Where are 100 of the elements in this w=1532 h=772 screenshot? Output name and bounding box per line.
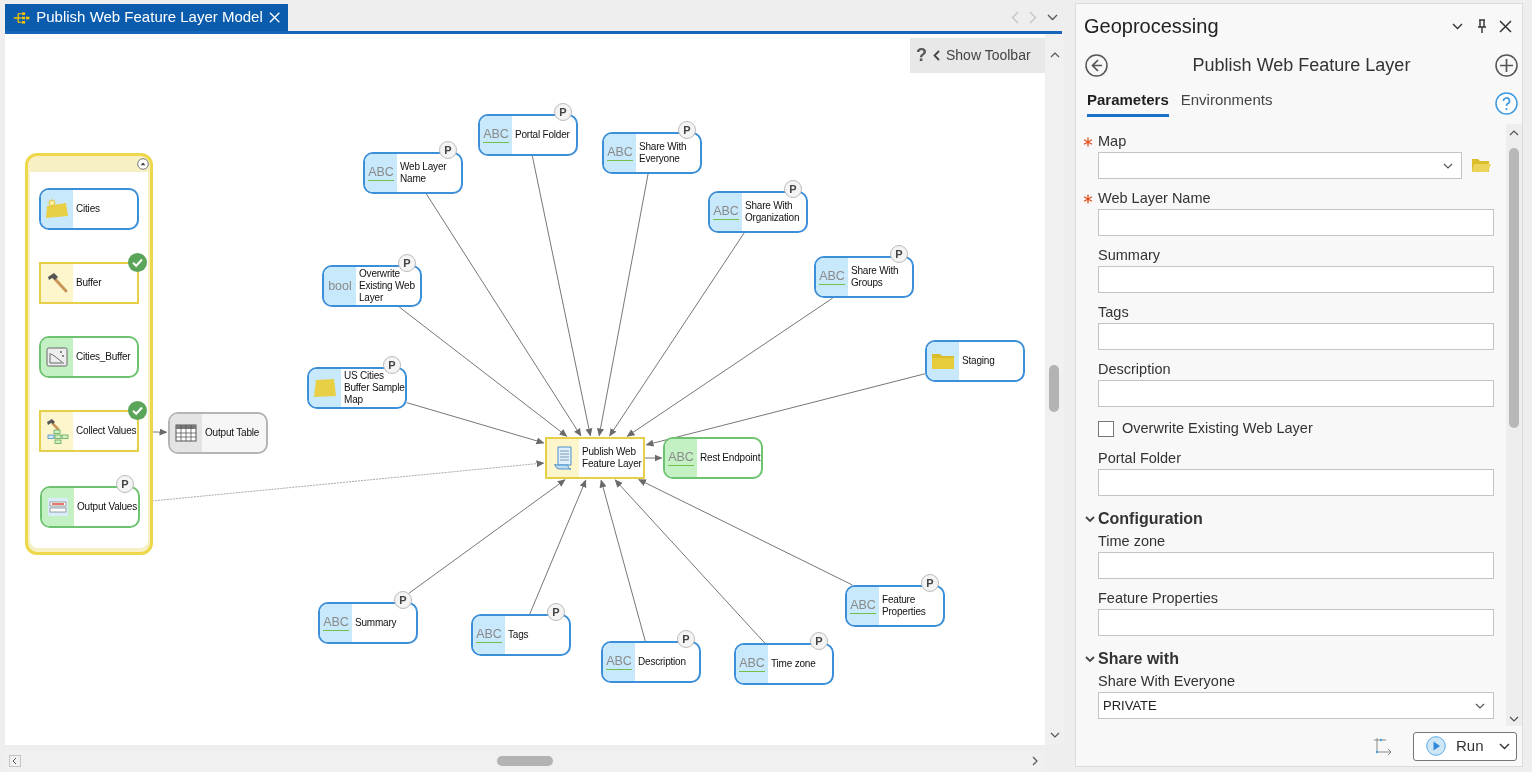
data-type-label: bool <box>328 278 352 294</box>
connector-arrow <box>644 454 663 462</box>
data-type-label: ABC <box>323 615 349 631</box>
section-header[interactable]: Share with <box>1098 647 1179 671</box>
chevron-left-icon[interactable] <box>9 755 21 767</box>
map-icon <box>313 378 337 398</box>
parameter-badge: P <box>810 632 828 650</box>
feature-layer-icon <box>45 198 69 220</box>
chevron-right-icon[interactable] <box>1032 756 1038 766</box>
checkbox-label: Overwrite Existing Web Layer <box>1122 419 1313 439</box>
input-field[interactable] <box>1098 469 1494 496</box>
collapse-icon[interactable] <box>137 158 149 170</box>
chevron-down-icon[interactable] <box>1452 22 1463 30</box>
chevron-down-icon[interactable] <box>1085 515 1095 523</box>
close-icon[interactable] <box>1499 19 1512 33</box>
parameter-badge: P <box>554 103 572 121</box>
node-label: Output Table <box>205 427 260 439</box>
toolbar-toggle[interactable]: ? Show Toolbar <box>910 38 1045 73</box>
parameter-badge: P <box>677 630 695 648</box>
field-label: Portal Folder <box>1098 449 1181 469</box>
node-label: Staging <box>962 355 995 367</box>
data-type-label: ABC <box>476 627 502 643</box>
help-icon[interactable] <box>1495 91 1518 115</box>
input-field[interactable] <box>1098 552 1494 579</box>
input-field[interactable] <box>1098 609 1494 636</box>
node-label: Publish Web Feature Layer <box>582 446 643 470</box>
caret-icon[interactable] <box>1499 742 1510 750</box>
back-icon[interactable] <box>1085 53 1108 77</box>
data-type-label: ABC <box>606 654 632 670</box>
node-label: Portal Folder <box>515 129 570 141</box>
node-label: Cities_Buffer <box>76 351 131 363</box>
chevron-down-icon <box>1475 702 1485 709</box>
dropdown-field[interactable] <box>1098 152 1462 179</box>
scrollbar-thumb[interactable] <box>497 756 553 766</box>
input-field[interactable] <box>1098 380 1494 407</box>
node-label: Cities <box>76 203 100 215</box>
node-label: Rest Endpoint <box>700 452 761 464</box>
table-icon <box>175 424 197 442</box>
node-label: Collect Values <box>76 425 137 437</box>
node-label: Share With Organization <box>745 200 801 224</box>
chevron-down-icon[interactable] <box>1085 655 1095 663</box>
input-field[interactable] <box>1098 323 1494 350</box>
panel-tab[interactable]: Environments <box>1180 89 1273 117</box>
panel-tab[interactable]: Parameters <box>1087 89 1169 117</box>
node-label: Web Layer Name <box>400 161 448 185</box>
parameter-badge: P <box>921 574 939 592</box>
tool-values-icon <box>45 418 69 444</box>
chevron-down-icon[interactable] <box>1509 716 1519 722</box>
dropdown-field[interactable]: PRIVATE <box>1098 692 1494 719</box>
node-label: Tags <box>508 629 529 641</box>
parameter-badge: P <box>678 121 696 139</box>
input-field[interactable] <box>1098 209 1494 236</box>
node-label: Description <box>638 656 686 668</box>
section-header[interactable]: Configuration <box>1098 507 1203 531</box>
scrollbar-thumb[interactable] <box>1509 148 1519 428</box>
toolbar-label: Show Toolbar <box>946 46 1031 65</box>
parameter-badge: P <box>784 180 802 198</box>
hammer-icon <box>45 271 69 295</box>
script-icon <box>552 446 574 470</box>
input-field[interactable] <box>1098 266 1494 293</box>
run-button[interactable]: Run <box>1413 731 1517 761</box>
document-tab[interactable]: Publish Web Feature Layer Model <box>5 4 288 31</box>
field-label: Feature Properties <box>1098 589 1219 609</box>
field-label: Tags <box>1098 303 1129 323</box>
pane-title: Geoprocessing <box>1084 14 1219 39</box>
value-table-icon <box>47 497 69 517</box>
checkbox[interactable] <box>1098 421 1114 437</box>
folder-icon <box>931 352 955 370</box>
model-icon <box>13 10 31 25</box>
node-label: Output Values <box>77 501 138 513</box>
field-label: Description <box>1098 360 1171 380</box>
field-label: Summary <box>1098 246 1161 266</box>
vertical-scrollbar[interactable] <box>1506 124 1522 726</box>
tool-title: Publish Web Feature Layer <box>1191 53 1412 77</box>
field-label: Web Layer Name <box>1098 189 1211 209</box>
scrollbar-thumb[interactable] <box>1049 365 1059 412</box>
node-label: Share With Everyone <box>639 141 688 165</box>
chevron-down-icon[interactable] <box>1047 14 1058 21</box>
chevron-down-icon[interactable] <box>1050 732 1060 738</box>
data-type-label: ABC <box>607 145 633 161</box>
field-label: Map <box>1098 132 1127 152</box>
folder-icon[interactable] <box>1471 158 1492 173</box>
node-label: Buffer <box>76 277 102 289</box>
pin-icon[interactable] <box>1477 19 1487 33</box>
data-type-label: ABC <box>368 165 394 181</box>
node-label: Share With Groups <box>851 265 900 289</box>
data-type-label: ABC <box>668 450 694 466</box>
data-type-label: ABC <box>850 598 876 614</box>
node-label: Time zone <box>771 658 816 670</box>
chevron-up-icon[interactable] <box>1050 52 1060 58</box>
data-type-label: ABC <box>819 269 845 285</box>
data-type-label: ABC <box>739 656 765 672</box>
chevron-down-icon <box>1443 162 1453 169</box>
help-glyph[interactable]: ? <box>916 42 927 69</box>
chevron-left-icon <box>933 50 940 61</box>
chevron-up-icon[interactable] <box>1509 130 1519 136</box>
data-type-label: ABC <box>713 204 739 220</box>
field-label: Share With Everyone <box>1098 672 1235 692</box>
add-icon[interactable] <box>1495 53 1518 77</box>
raster-icon <box>46 347 68 367</box>
